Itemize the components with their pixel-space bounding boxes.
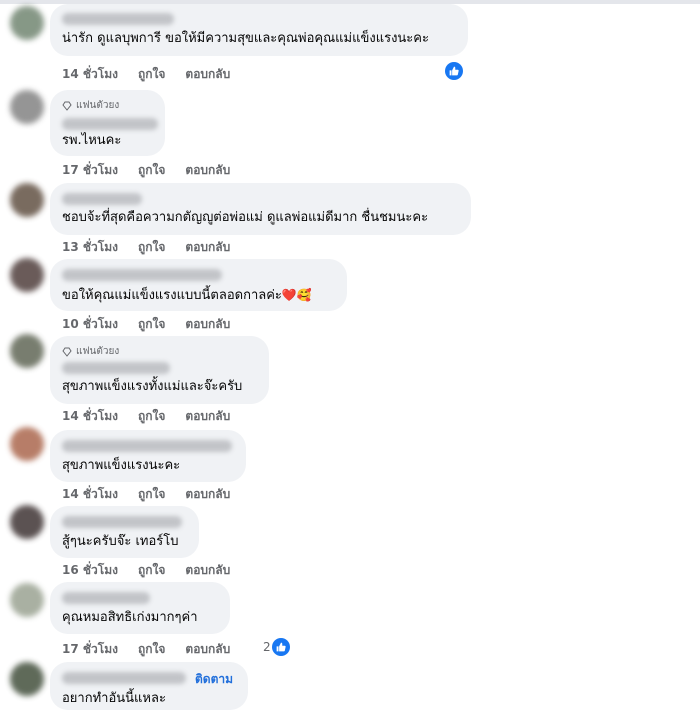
comment-time[interactable]: 14 ชั่วโมง [62, 407, 118, 426]
comment-bubble: สุขภาพแข็งแรงนะคะ [50, 430, 246, 482]
like-action[interactable]: ถูกใจ [138, 161, 165, 180]
comment-bubble: สู้ๆนะครับจ๊ะ เทอร์โบ [50, 506, 199, 558]
avatar[interactable] [10, 334, 44, 368]
reply-action[interactable]: ตอบกลับ [185, 161, 230, 180]
comment-bubble: ชอบจ้ะที่สุดคือความกตัญญูต่อพ่อแม่ ดูแลพ… [50, 183, 471, 235]
comment-text-body: ขอให้คุณแม่แข็งแรงแบบนี้ตลอดกาลค่ะ [62, 288, 282, 303]
comment-meta: 14 ชั่วโมง ถูกใจ ตอบกลับ [62, 65, 230, 84]
comment-meta: 13 ชั่วโมง ถูกใจ ตอบกลับ [62, 238, 230, 257]
reply-action[interactable]: ตอบกลับ [185, 238, 230, 257]
commenter-name-redacted[interactable] [62, 118, 158, 130]
commenter-name-redacted[interactable] [62, 362, 170, 374]
comment-time[interactable]: 14 ชั่วโมง [62, 485, 118, 504]
like-action[interactable]: ถูกใจ [138, 640, 165, 659]
like-action[interactable]: ถูกใจ [138, 407, 165, 426]
comment-text: ขอให้คุณแม่แข็งแรงแบบนี้ตลอดกาลค่ะ❤️🥰 [62, 286, 312, 305]
comment-meta: 14 ชั่วโมง ถูกใจ ตอบกลับ [62, 485, 230, 504]
commenter-name-redacted[interactable] [62, 269, 222, 281]
comment-time[interactable]: 10 ชั่วโมง [62, 315, 118, 334]
comment-text: รพ.ไหนคะ [62, 133, 122, 148]
reply-action[interactable]: ตอบกลับ [185, 640, 230, 659]
commenter-name-redacted[interactable] [62, 516, 182, 528]
commenter-name-redacted[interactable] [62, 592, 150, 604]
comment-bubble: แฟนตัวยง สุขภาพแข็งแรงทั้งแม่และจ๊ะครับ [50, 336, 269, 404]
comment-meta: 16 ชั่วโมง ถูกใจ ตอบกลับ [62, 561, 230, 580]
avatar[interactable] [10, 258, 44, 292]
comment-text: สุขภาพแข็งแรงนะคะ [62, 458, 181, 473]
badge-label: แฟนตัวยง [76, 100, 120, 111]
reply-action[interactable]: ตอบกลับ [185, 407, 230, 426]
like-action[interactable]: ถูกใจ [138, 315, 165, 334]
follow-link[interactable]: ติดตาม [195, 670, 233, 689]
comment-text: ชอบจ้ะที่สุดคือความกตัญญูต่อพ่อแม่ ดูแลพ… [62, 210, 429, 225]
commenter-name-redacted[interactable] [62, 13, 174, 25]
comment-meta: 17 ชั่วโมง ถูกใจ ตอบกลับ [62, 640, 230, 659]
comment-text: คุณหมอสิทธิเก่งมากๆค่า [62, 610, 198, 625]
comment-meta: 10 ชั่วโมง ถูกใจ ตอบกลับ [62, 315, 230, 334]
comment-time[interactable]: 16 ชั่วโมง [62, 561, 118, 580]
diamond-icon [62, 101, 72, 111]
comment-bubble: คุณหมอสิทธิเก่งมากๆค่า [50, 582, 230, 634]
comment-text: สุขภาพแข็งแรงทั้งแม่และจ๊ะครับ [62, 379, 243, 394]
comment-meta: 14 ชั่วโมง ถูกใจ ตอบกลับ [62, 407, 230, 426]
top-fan-badge: แฟนตัวยง [62, 98, 119, 113]
top-fan-badge: แฟนตัวยง [62, 344, 119, 359]
comment-text: อยากทำอันนี้แหละ [62, 691, 166, 706]
like-count[interactable]: 2 [263, 640, 271, 654]
comment-text: น่ารัก ดูแลบุพการี ขอให้มีความสุขและคุณพ… [62, 31, 429, 46]
comment-time[interactable]: 14 ชั่วโมง [62, 65, 118, 84]
avatar[interactable] [10, 427, 44, 461]
avatar[interactable] [10, 6, 44, 40]
commenter-name-redacted[interactable] [62, 672, 186, 684]
like-action[interactable]: ถูกใจ [138, 485, 165, 504]
comment-meta: 17 ชั่วโมง ถูกใจ ตอบกลับ [62, 161, 230, 180]
avatar[interactable] [10, 90, 44, 124]
diamond-icon [62, 347, 72, 357]
comment-bubble: แฟนตัวยง รพ.ไหนคะ [50, 90, 165, 156]
like-reaction-icon[interactable] [445, 62, 463, 80]
comment-time[interactable]: 17 ชั่วโมง [62, 161, 118, 180]
like-reaction-icon[interactable] [272, 638, 290, 656]
comment-bubble: ติดตาม อยากทำอันนี้แหละ [50, 662, 248, 710]
badge-label: แฟนตัวยง [76, 346, 120, 357]
commenter-name-redacted[interactable] [62, 440, 232, 452]
comment-time[interactable]: 17 ชั่วโมง [62, 640, 118, 659]
commenter-name-redacted[interactable] [62, 193, 142, 205]
comment-bubble: ขอให้คุณแม่แข็งแรงแบบนี้ตลอดกาลค่ะ❤️🥰 [50, 259, 347, 311]
like-action[interactable]: ถูกใจ [138, 561, 165, 580]
like-action[interactable]: ถูกใจ [138, 238, 165, 257]
reply-action[interactable]: ตอบกลับ [185, 65, 230, 84]
reply-action[interactable]: ตอบกลับ [185, 485, 230, 504]
avatar[interactable] [10, 583, 44, 617]
avatar[interactable] [10, 183, 44, 217]
like-action[interactable]: ถูกใจ [138, 65, 165, 84]
comment-text: สู้ๆนะครับจ๊ะ เทอร์โบ [62, 534, 179, 549]
comment-bubble: น่ารัก ดูแลบุพการี ขอให้มีความสุขและคุณพ… [50, 4, 468, 56]
avatar[interactable] [10, 662, 44, 696]
reply-action[interactable]: ตอบกลับ [185, 561, 230, 580]
reply-action[interactable]: ตอบกลับ [185, 315, 230, 334]
avatar[interactable] [10, 505, 44, 539]
emoji-reactions: ❤️🥰 [281, 288, 312, 302]
comment-time[interactable]: 13 ชั่วโมง [62, 238, 118, 257]
